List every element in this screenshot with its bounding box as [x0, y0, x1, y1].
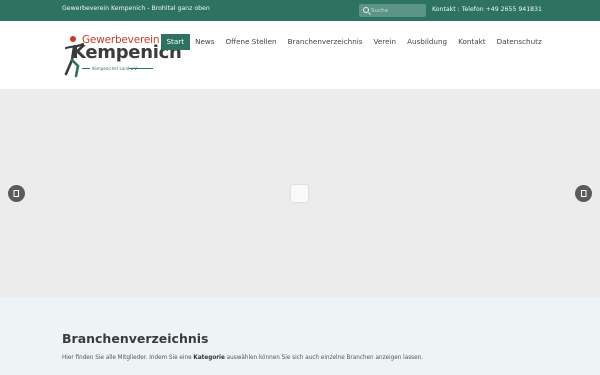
- search-icon: [363, 7, 369, 13]
- chevron-right-icon: [581, 190, 587, 197]
- hero-slider: [0, 89, 600, 297]
- top-bar: Gewerbeverein Kempenich - Brohltal ganz …: [0, 0, 600, 21]
- intro-keyword: Kategorie: [193, 355, 225, 361]
- intro-text-part: auswählen können Sie sich auch einzelne …: [224, 355, 424, 361]
- intro-text: Hier finden Sie alle Mitglieder. Indem S…: [62, 355, 423, 361]
- nav-item-news[interactable]: News: [190, 34, 220, 50]
- nav-item-branchenverzeichnis[interactable]: Branchenverzeichnis: [282, 34, 368, 50]
- slider-prev-button[interactable]: [8, 185, 25, 202]
- page-title: Branchenverzeichnis: [62, 331, 209, 346]
- slider-next-button[interactable]: [575, 185, 592, 202]
- nav-item-verein[interactable]: Verein: [368, 34, 402, 50]
- contact-phone: Kontakt : Telefon +49 2655 941831: [432, 6, 542, 13]
- logo-divider: [129, 68, 153, 69]
- site-logo[interactable]: Gewerbeverein Kempenich Kempenicher Land…: [62, 34, 182, 80]
- slider-loading-indicator: [291, 185, 308, 202]
- nav-item-start[interactable]: Start: [161, 34, 190, 50]
- search-input[interactable]: [371, 5, 423, 16]
- content-section: Branchenverzeichnis Hier finden Sie alle…: [0, 297, 600, 375]
- site-header: Gewerbeverein Kempenich Kempenicher Land…: [0, 21, 600, 89]
- main-nav: Start News Offene Stellen Branchenverzei…: [161, 34, 547, 50]
- nav-item-kontakt[interactable]: Kontakt: [453, 34, 492, 50]
- search-box[interactable]: [359, 4, 426, 17]
- site-tagline: Gewerbeverein Kempenich - Brohltal ganz …: [62, 5, 210, 12]
- nav-item-offene-stellen[interactable]: Offene Stellen: [220, 34, 282, 50]
- intro-text-part: Hier finden Sie alle Mitglieder. Indem S…: [62, 355, 194, 361]
- chevron-left-icon: [13, 190, 19, 197]
- nav-item-datenschutz[interactable]: Datenschutz: [491, 34, 547, 50]
- nav-item-ausbildung[interactable]: Ausbildung: [402, 34, 453, 50]
- logo-divider: [82, 68, 90, 69]
